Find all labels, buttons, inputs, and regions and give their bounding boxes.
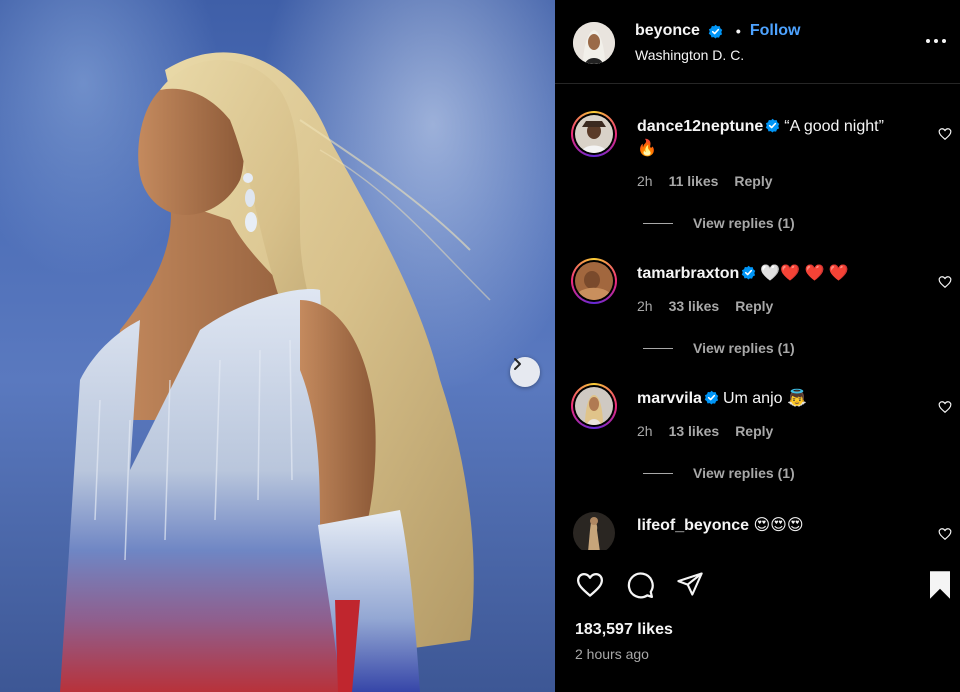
- comment-icon: [627, 572, 654, 599]
- comment-message: 😍😍😍: [753, 517, 804, 534]
- commenter-avatar[interactable]: [571, 111, 617, 157]
- view-replies-label: View replies (1): [693, 340, 795, 356]
- view-replies-button[interactable]: View replies (1): [643, 340, 795, 356]
- comment-likes[interactable]: 33 likes: [669, 298, 720, 314]
- save-button[interactable]: [927, 570, 953, 605]
- comment-text: tamarbraxton 🤍❤️ ❤️ ❤️: [637, 263, 927, 285]
- comment-like-button[interactable]: [938, 275, 952, 294]
- verified-badge-icon: [742, 265, 756, 280]
- comment-meta: 2h 11 likes Reply: [637, 173, 773, 189]
- like-button[interactable]: [575, 570, 605, 605]
- follow-button[interactable]: Follow: [750, 22, 801, 40]
- more-horizontal-icon: [926, 39, 930, 43]
- paper-plane-icon: [677, 572, 703, 596]
- next-photo-button[interactable]: [510, 357, 540, 387]
- post-side-panel: beyonce • Follow Washington D. C. dance1…: [555, 0, 960, 692]
- comment-text: marvvila Um anjo 👼: [637, 388, 927, 410]
- heart-icon: [938, 401, 952, 414]
- commenter-username[interactable]: lifeof_beyonce: [637, 517, 749, 534]
- separator-dot: •: [735, 23, 741, 39]
- share-button[interactable]: [676, 570, 704, 603]
- replies-divider: [643, 222, 673, 224]
- commenter-username[interactable]: marvvila: [637, 390, 702, 407]
- post-photo[interactable]: [0, 0, 555, 692]
- reply-button[interactable]: Reply: [735, 423, 773, 439]
- heart-icon: [938, 128, 952, 141]
- comments-list[interactable]: dance12neptune “A good night” 🔥 2h 11 lik…: [555, 85, 960, 550]
- reply-button[interactable]: Reply: [734, 173, 772, 189]
- author-row: beyonce • Follow: [635, 22, 800, 40]
- heart-icon: [938, 528, 952, 541]
- comment-button[interactable]: [625, 570, 655, 605]
- post-timestamp[interactable]: 2 hours ago: [575, 646, 649, 662]
- comment-message: “A good night”: [784, 118, 884, 135]
- author-avatar[interactable]: [573, 22, 615, 64]
- comment-time[interactable]: 2h: [637, 423, 653, 439]
- comment-text: dance12neptune “A good night” 🔥: [637, 116, 927, 160]
- view-replies-button[interactable]: View replies (1): [643, 215, 795, 231]
- commenter-avatar[interactable]: [571, 258, 617, 304]
- author-username[interactable]: beyonce: [635, 22, 700, 40]
- comment-like-button[interactable]: [938, 127, 952, 146]
- view-replies-button[interactable]: View replies (1): [643, 465, 795, 481]
- comment-time[interactable]: 2h: [637, 298, 653, 314]
- replies-divider: [643, 347, 673, 349]
- comment-like-button[interactable]: [938, 527, 952, 546]
- bookmark-icon: [930, 571, 950, 599]
- verified-badge-icon: [708, 24, 723, 39]
- comment-meta: 2h 33 likes Reply: [637, 298, 773, 314]
- reply-button[interactable]: Reply: [735, 298, 773, 314]
- commenter-avatar[interactable]: [573, 512, 615, 550]
- comment-time[interactable]: 2h: [637, 173, 653, 189]
- comment-meta: 2h 13 likes Reply: [637, 423, 773, 439]
- comment-message: Um anjo 👼: [722, 390, 807, 407]
- view-replies-label: View replies (1): [693, 465, 795, 481]
- performer-illustration: [60, 52, 491, 692]
- post-action-bar: [555, 560, 960, 610]
- comment-text: lifeof_beyonce 😍😍😍: [637, 515, 927, 537]
- chevron-right-icon: [514, 358, 521, 370]
- comment-likes[interactable]: 13 likes: [669, 423, 720, 439]
- heart-icon: [577, 573, 603, 597]
- verified-badge-icon: [766, 118, 780, 133]
- post-likes-count[interactable]: 183,597 likes: [575, 621, 673, 639]
- view-replies-label: View replies (1): [693, 215, 795, 231]
- comment-like-button[interactable]: [938, 400, 952, 419]
- heart-icon: [938, 276, 952, 289]
- replies-divider: [643, 472, 673, 474]
- commenter-avatar[interactable]: [571, 383, 617, 429]
- post-header: beyonce • Follow Washington D. C.: [555, 0, 960, 84]
- verified-badge-icon: [704, 390, 719, 405]
- post-location[interactable]: Washington D. C.: [635, 47, 744, 63]
- commenter-username[interactable]: tamarbraxton: [637, 265, 739, 282]
- comment-message: 🤍❤️ ❤️ ❤️: [760, 265, 849, 282]
- more-options-button[interactable]: [926, 36, 948, 46]
- comment-likes[interactable]: 11 likes: [669, 173, 719, 189]
- commenter-username[interactable]: dance12neptune: [637, 118, 763, 135]
- comment-message-line2: 🔥: [637, 140, 657, 157]
